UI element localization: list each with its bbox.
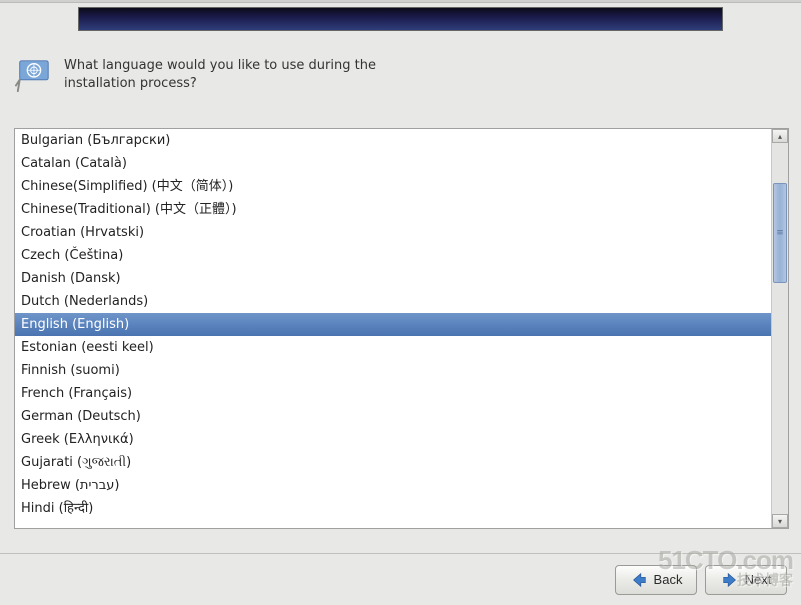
next-button-label: Next	[745, 572, 772, 587]
language-option[interactable]: Finnish (suomi)	[15, 359, 771, 382]
language-option[interactable]: Danish (Dansk)	[15, 267, 771, 290]
header-banner	[78, 7, 723, 31]
language-option[interactable]: French (Français)	[15, 382, 771, 405]
language-option[interactable]: Catalan (Català)	[15, 152, 771, 175]
language-option[interactable]: Estonian (eesti keel)	[15, 336, 771, 359]
back-button[interactable]: Back	[615, 565, 697, 595]
language-option[interactable]: Chinese(Simplified) (中文（简体）)	[15, 175, 771, 198]
language-option[interactable]: Croatian (Hrvatski)	[15, 221, 771, 244]
window-topbar	[0, 0, 801, 3]
language-option[interactable]: Hindi (हिन्दी)	[15, 497, 771, 520]
arrow-left-icon	[630, 571, 648, 589]
scroll-down-button[interactable]: ▾	[772, 514, 788, 528]
next-button[interactable]: Next	[705, 565, 787, 595]
language-option[interactable]: English (English)	[15, 313, 771, 336]
prompt-text: What language would you like to use duri…	[64, 57, 384, 92]
language-option[interactable]: German (Deutsch)	[15, 405, 771, 428]
language-list[interactable]: Bulgarian (Български)Catalan (Català)Chi…	[15, 129, 771, 528]
language-option[interactable]: Bulgarian (Български)	[15, 129, 771, 152]
language-option[interactable]: Chinese(Traditional) (中文（正體）)	[15, 198, 771, 221]
scroll-up-button[interactable]: ▴	[772, 129, 788, 143]
arrow-right-icon	[721, 571, 739, 589]
language-option[interactable]: Gujarati (ગુજરાતી)	[15, 451, 771, 474]
scrollbar: ▴ ▾	[771, 129, 788, 528]
un-flag-icon	[14, 57, 52, 95]
language-option[interactable]: Czech (Čeština)	[15, 244, 771, 267]
back-button-label: Back	[654, 572, 683, 587]
language-option[interactable]: Greek (Ελληνικά)	[15, 428, 771, 451]
language-list-container: Bulgarian (Български)Catalan (Català)Chi…	[14, 128, 789, 529]
scroll-track[interactable]	[772, 143, 788, 514]
prompt-row: What language would you like to use duri…	[14, 57, 783, 95]
language-option[interactable]: Hebrew (עברית)	[15, 474, 771, 497]
footer: Back Next	[0, 553, 801, 605]
scroll-thumb[interactable]	[773, 183, 787, 283]
language-option[interactable]: Dutch (Nederlands)	[15, 290, 771, 313]
